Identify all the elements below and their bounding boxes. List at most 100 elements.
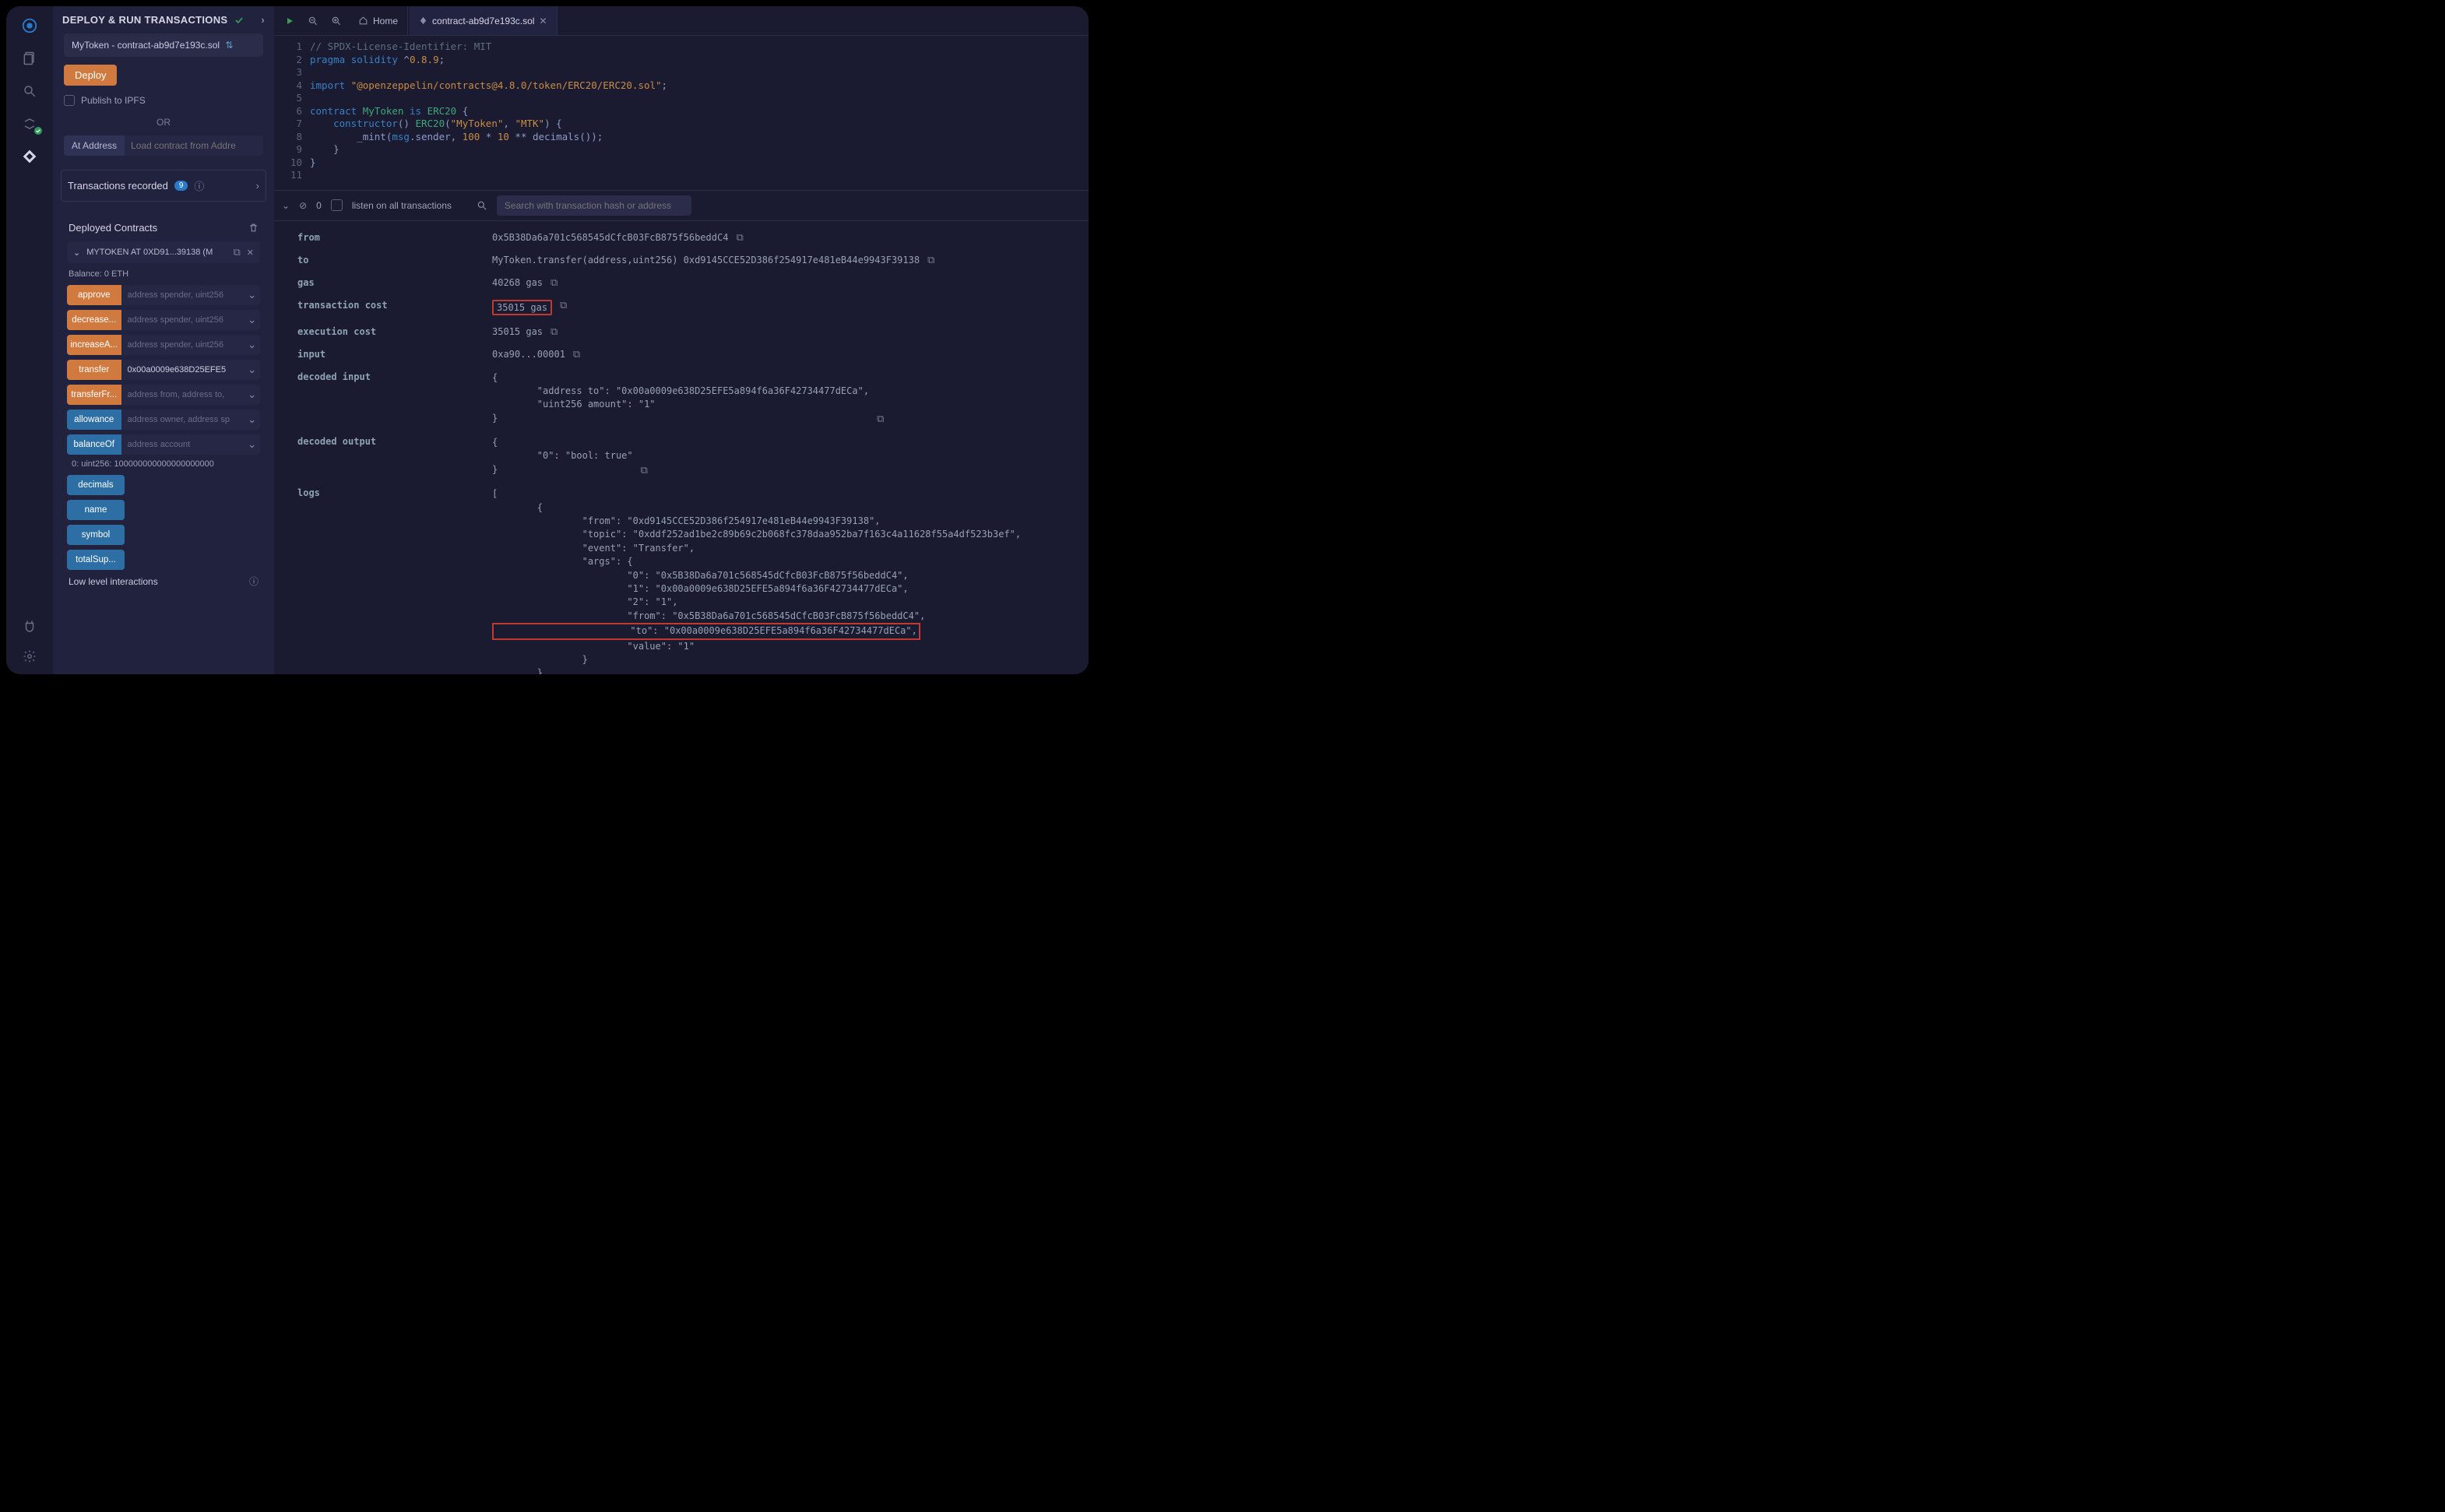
copy-icon[interactable]: ⧉ xyxy=(551,326,558,338)
run-icon[interactable] xyxy=(279,16,301,26)
chevron-right-icon[interactable]: › xyxy=(256,180,259,192)
trash-icon[interactable] xyxy=(248,223,259,233)
transaction-details: from0x5B38Da6a701c568545dCfcB03FcB875f56… xyxy=(274,221,1089,675)
expand-icon[interactable]: ⌄ xyxy=(244,335,261,355)
at-address-button[interactable]: At Address xyxy=(64,135,125,156)
fn-decimals[interactable]: decimals xyxy=(67,475,125,495)
chevron-down-icon[interactable]: ⌄ xyxy=(73,248,80,258)
tx-cost-label: transaction cost xyxy=(297,300,492,311)
copy-icon[interactable]: ⧉ xyxy=(736,232,743,244)
expand-icon[interactable]: ⌄ xyxy=(244,434,261,455)
publish-ipfs-row[interactable]: Publish to IPFS xyxy=(64,95,263,106)
low-level-interactions[interactable]: Low level interactions ⓘ xyxy=(69,575,259,588)
plugin-icon[interactable] xyxy=(21,618,38,635)
fn-transfer-input[interactable] xyxy=(121,360,244,380)
zoom-out-icon[interactable] xyxy=(302,16,324,26)
at-address-input[interactable] xyxy=(125,135,263,156)
pending-count: 0 xyxy=(316,200,322,211)
listen-checkbox[interactable] xyxy=(331,199,343,211)
fn-total-supply[interactable]: totalSup... xyxy=(67,550,125,570)
fn-allowance[interactable]: allowance xyxy=(67,410,121,430)
settings-icon[interactable] xyxy=(21,648,38,665)
copy-icon[interactable]: ⧉ xyxy=(927,255,934,266)
copy-icon[interactable]: ⧉ xyxy=(877,413,884,425)
main-area: Home contract-ab9d7e193c.sol ✕ 123456789… xyxy=(274,6,1089,674)
home-icon xyxy=(358,16,368,26)
deploy-button[interactable]: Deploy xyxy=(64,65,117,86)
listen-label: listen on all transactions xyxy=(352,200,452,211)
icon-sidebar xyxy=(6,6,53,674)
code-editor[interactable]: 1234567891011 // SPDX-License-Identifier… xyxy=(274,36,1089,190)
tab-home[interactable]: Home xyxy=(349,6,408,35)
fn-balanceof-input[interactable] xyxy=(121,434,244,455)
deploy-run-panel: DEPLOY & RUN TRANSACTIONS › MyToken - co… xyxy=(53,6,274,674)
fn-symbol[interactable]: symbol xyxy=(67,525,125,545)
contract-selector[interactable]: MyToken - contract-ab9d7e193c.sol ⇅ xyxy=(64,33,263,57)
tx-cost-value-highlighted: 35015 gas xyxy=(492,300,552,315)
fn-decrease-input[interactable] xyxy=(121,310,244,330)
info-icon[interactable]: ⓘ xyxy=(194,178,204,193)
fn-increase-input[interactable] xyxy=(121,335,244,355)
deploy-run-icon[interactable] xyxy=(21,148,38,165)
tx-input-value: 0xa90...00001 xyxy=(492,349,565,360)
clear-icon[interactable]: ⊘ xyxy=(299,200,307,211)
expand-icon[interactable]: ⌄ xyxy=(244,285,261,305)
tx-gas-label: gas xyxy=(297,277,492,288)
zoom-in-icon[interactable] xyxy=(325,16,347,26)
tx-from-label: from xyxy=(297,232,492,243)
search-icon[interactable] xyxy=(477,200,487,211)
collapse-icon[interactable]: ⌄ xyxy=(282,200,290,211)
close-tab-icon[interactable]: ✕ xyxy=(539,16,547,26)
terminal-search-input[interactable] xyxy=(497,195,691,216)
search-icon[interactable] xyxy=(21,83,38,100)
publish-ipfs-checkbox[interactable] xyxy=(64,95,75,106)
tx-decoded-input: { "address to": "0x00a0009e638D25EFE5a89… xyxy=(492,371,869,426)
expand-icon[interactable]: ⌄ xyxy=(244,410,261,430)
fn-increase-allowance[interactable]: increaseA... xyxy=(67,335,121,355)
tab-home-label: Home xyxy=(373,16,398,26)
panel-title: DEPLOY & RUN TRANSACTIONS xyxy=(62,14,227,26)
gutter: 1234567891011 xyxy=(274,40,310,182)
fn-transfer[interactable]: transfer xyxy=(67,360,121,380)
tx-exec-cost-value: 35015 gas xyxy=(492,326,543,337)
deployed-contract-item[interactable]: ⌄ MYTOKEN AT 0XD91...39138 (M ⧉ ✕ xyxy=(67,241,260,263)
deployed-contract-label: MYTOKEN AT 0XD91...39138 (M xyxy=(86,248,227,257)
files-icon[interactable] xyxy=(21,50,38,67)
tx-logs-json-1: [ { "from": "0xd9145CCE52D386f254917e481… xyxy=(492,487,1021,623)
expand-icon[interactable]: ⌄ xyxy=(244,310,261,330)
copy-icon[interactable]: ⧉ xyxy=(233,246,240,258)
tx-to-label: to xyxy=(297,255,492,265)
solidity-file-icon xyxy=(419,16,427,25)
fn-decrease-allowance[interactable]: decrease... xyxy=(67,310,121,330)
selected-contract: MyToken - contract-ab9d7e193c.sol xyxy=(72,40,220,51)
copy-icon[interactable]: ⧉ xyxy=(641,465,648,476)
copy-icon[interactable]: ⧉ xyxy=(551,277,558,289)
fn-transfer-from[interactable]: transferFr... xyxy=(67,385,121,405)
fn-allowance-input[interactable] xyxy=(121,410,244,430)
copy-icon[interactable]: ⧉ xyxy=(560,300,567,311)
expand-icon[interactable]: ⌄ xyxy=(244,360,261,380)
return-value: 0: uint256: 100000000000000000000 xyxy=(72,459,257,469)
tab-contract-file[interactable]: contract-ab9d7e193c.sol ✕ xyxy=(410,6,557,35)
sort-icon: ⇅ xyxy=(225,40,233,51)
low-level-label: Low level interactions xyxy=(69,576,158,587)
tx-input-label: input xyxy=(297,349,492,360)
deployed-contracts-section: Deployed Contracts ⌄ MYTOKEN AT 0XD91...… xyxy=(61,211,266,608)
fn-approve-input[interactable] xyxy=(121,285,244,305)
tx-logs-highlighted: "to": "0x00a0009e638D25EFE5a894f6a36F427… xyxy=(492,623,920,639)
solidity-compiler-icon[interactable] xyxy=(21,115,38,132)
expand-icon[interactable]: ⌄ xyxy=(244,385,261,405)
chevron-right-icon[interactable]: › xyxy=(261,14,265,26)
check-icon xyxy=(234,15,244,26)
info-icon[interactable]: ⓘ xyxy=(249,575,259,588)
fn-transferfrom-input[interactable] xyxy=(121,385,244,405)
remix-logo-icon[interactable] xyxy=(21,17,38,34)
close-icon[interactable]: ✕ xyxy=(247,248,254,258)
tab-file-label: contract-ab9d7e193c.sol xyxy=(432,16,534,26)
copy-icon[interactable]: ⧉ xyxy=(573,349,580,360)
fn-balance-of[interactable]: balanceOf xyxy=(67,434,121,455)
tx-decoded-input-label: decoded input xyxy=(297,371,492,382)
fn-approve[interactable]: approve xyxy=(67,285,121,305)
fn-name[interactable]: name xyxy=(67,500,125,520)
tx-decoded-output: { "0": "bool: true" } xyxy=(492,436,633,476)
